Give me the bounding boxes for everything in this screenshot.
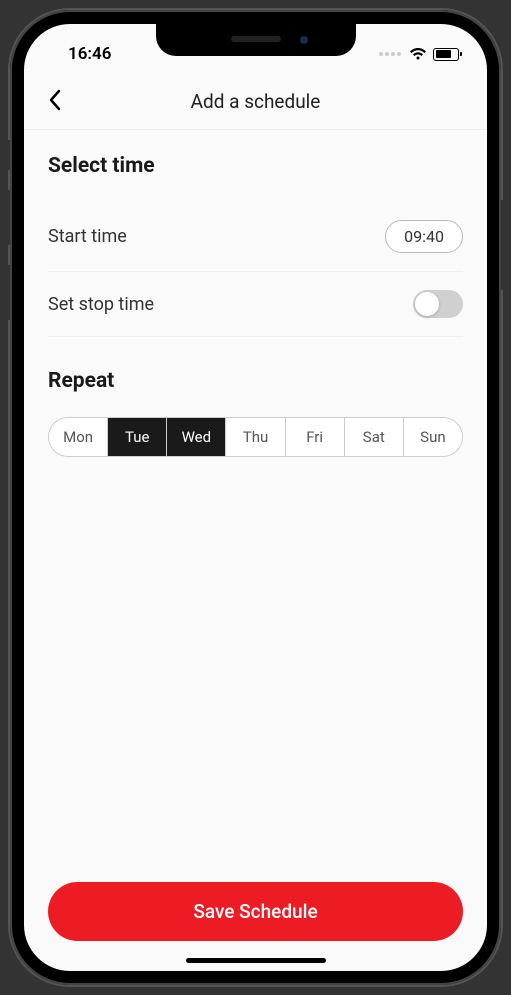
toggle-knob [415, 292, 439, 316]
day-picker: MonTueWedThuFriSatSun [48, 417, 463, 457]
start-time-row: Start time 09:40 [48, 202, 463, 272]
page-title: Add a schedule [191, 90, 321, 113]
stop-time-toggle[interactable] [413, 290, 463, 318]
footer: Save Schedule [24, 862, 487, 971]
day-cell-wed[interactable]: Wed [167, 418, 226, 456]
stop-time-row: Set stop time [48, 272, 463, 337]
content: Select time Start time 09:40 Set stop ti… [24, 130, 487, 862]
phone-frame: 16:46 Add a schedule S [10, 10, 501, 985]
day-cell-sun[interactable]: Sun [404, 418, 462, 456]
repeat-title: Repeat [48, 369, 463, 393]
day-cell-sat[interactable]: Sat [345, 418, 404, 456]
notch [156, 24, 356, 56]
day-cell-fri[interactable]: Fri [286, 418, 345, 456]
start-time-label: Start time [48, 226, 127, 247]
day-cell-mon[interactable]: Mon [49, 418, 108, 456]
save-schedule-button[interactable]: Save Schedule [48, 882, 463, 941]
stop-time-label: Set stop time [48, 294, 154, 315]
header: Add a schedule [24, 74, 487, 130]
status-time: 16:46 [52, 44, 111, 64]
wifi-icon [409, 47, 427, 61]
home-indicator[interactable] [186, 958, 326, 963]
day-cell-thu[interactable]: Thu [226, 418, 285, 456]
chevron-left-icon [48, 89, 62, 111]
back-button[interactable] [48, 89, 62, 115]
select-time-title: Select time [48, 154, 463, 178]
battery-icon [433, 48, 459, 61]
start-time-picker[interactable]: 09:40 [385, 220, 463, 253]
signal-dots-icon [379, 52, 401, 56]
day-cell-tue[interactable]: Tue [108, 418, 167, 456]
